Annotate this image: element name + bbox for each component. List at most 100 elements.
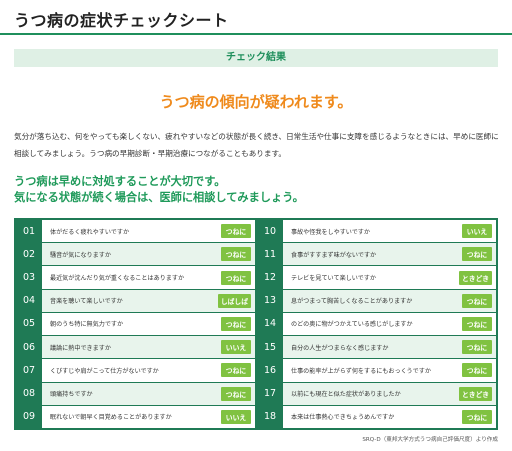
answer-badge: つねに (221, 247, 251, 262)
checklist-row: 17 以前にも現在と似た症状がありましたか ときどき (257, 382, 496, 405)
answer-badge: いいえ (462, 224, 492, 239)
page-title: うつ病の症状チェックシート (14, 11, 229, 30)
question-cell: 以前にも現在と似た症状がありましたか ときどき (283, 382, 496, 405)
question-number: 02 (16, 243, 42, 266)
question-cell: 議論に熱中できますか いいえ (42, 336, 255, 359)
question-text: 自分の人生がつまらなく感じますか (291, 344, 389, 352)
question-number: 10 (257, 220, 283, 243)
checklist-column-right: 10 事故や怪我をしやすいですか いいえ 11 食事がすすまず味がないですか つねに 12 テ… (257, 220, 496, 428)
checklist-row: 14 のどの奥に物がつかえている感じがしますか つねに (257, 312, 496, 336)
question-cell: 本来は仕事熱心できちょうめんですか つねに (283, 405, 496, 428)
question-cell: 音楽を聴いて楽しいですか しばしば (42, 289, 255, 312)
answer-badge: ときどき (459, 386, 492, 401)
answer-badge: つねに (462, 316, 492, 331)
question-text: 体がだるく疲れやすいですか (50, 228, 130, 236)
question-cell: のどの奥に物がつかえている感じがしますか つねに (283, 312, 496, 336)
question-number: 09 (16, 405, 42, 428)
question-number: 13 (257, 289, 283, 312)
question-text: 息がつまって胸苦しくなることがありますか (291, 298, 413, 306)
question-text: 仕事の能率が上がらず何をするにもおっくうですか (291, 367, 431, 375)
answer-badge: しばしば (217, 293, 251, 308)
checklist-row: 09 眠れないで朝早く目覚めることがありますか いいえ (16, 405, 255, 428)
checklist-row: 05 朝のうち特に無気力ですか つねに (16, 312, 255, 336)
answer-badge: つねに (221, 270, 251, 285)
question-number: 12 (257, 266, 283, 289)
checklist-row: 12 テレビを見ていて楽しいですか ときどき (257, 266, 496, 289)
question-cell: 体がだるく疲れやすいですか つねに (42, 220, 255, 243)
question-number: 03 (16, 266, 42, 289)
question-number: 05 (16, 312, 42, 336)
advice-line-1: うつ病は早めに対処することが大切です。 (14, 175, 226, 188)
source-note: SRQ-D（東邦大学方式うつ病自己評価尺度）より作成 (362, 437, 498, 443)
result-description: 気分が落ち込む、何をやっても楽しくない、疲れやすいなどの状態が長く続き、日常生活… (14, 132, 499, 158)
question-number: 01 (16, 220, 42, 243)
question-number: 16 (257, 359, 283, 382)
question-cell: 息がつまって胸苦しくなることがありますか つねに (283, 289, 496, 312)
question-cell: 眠れないで朝早く目覚めることがありますか いいえ (42, 405, 255, 428)
title-divider (0, 33, 512, 35)
question-cell: 食事がすすまず味がないですか つねに (283, 243, 496, 266)
checklist-row: 13 息がつまって胸苦しくなることがありますか つねに (257, 289, 496, 312)
checklist-row: 03 最近気が沈んだり気が重くなることはありますか つねに (16, 266, 255, 289)
question-number: 06 (16, 336, 42, 359)
checklist-row: 18 本来は仕事熱心できちょうめんですか つねに (257, 405, 496, 428)
question-text: テレビを見ていて楽しいですか (291, 275, 376, 283)
checklist-table: 01 体がだるく疲れやすいですか つねに 02 騒音が気になりますか つねに 03 最近気が沈… (14, 218, 498, 430)
checklist-row: 02 騒音が気になりますか つねに (16, 243, 255, 266)
checklist-row: 04 音楽を聴いて楽しいですか しばしば (16, 289, 255, 312)
result-header: チェック結果 (14, 49, 498, 67)
checklist-row: 08 頭痛持ちですか つねに (16, 382, 255, 405)
checklist-row: 15 自分の人生がつまらなく感じますか つねに (257, 336, 496, 359)
question-number: 14 (257, 312, 283, 336)
checklist-row: 01 体がだるく疲れやすいですか つねに (16, 220, 255, 243)
question-cell: 頭痛持ちですか つねに (42, 382, 255, 405)
question-text: くびすじや肩がこって仕方がないですか (50, 367, 159, 375)
question-text: 朝のうち特に無気力ですか (50, 321, 124, 329)
advice-line-2: 気になる状態が続く場合は、医師に相談してみましょう。 (14, 191, 304, 204)
answer-badge: ときどき (459, 270, 492, 285)
question-cell: 自分の人生がつまらなく感じますか つねに (283, 336, 496, 359)
answer-badge: つねに (462, 363, 492, 378)
answer-badge: つねに (462, 247, 492, 262)
answer-badge: つねに (221, 316, 251, 331)
answer-badge: つねに (462, 340, 492, 355)
answer-badge: つねに (221, 386, 251, 401)
question-text: 眠れないで朝早く目覚めることがありますか (50, 414, 172, 422)
question-cell: 騒音が気になりますか つねに (42, 243, 255, 266)
question-text: 頭痛持ちですか (50, 391, 93, 399)
question-number: 07 (16, 359, 42, 382)
question-cell: テレビを見ていて楽しいですか ときどき (283, 266, 496, 289)
answer-badge: いいえ (221, 340, 251, 355)
question-cell: 仕事の能率が上がらず何をするにもおっくうですか つねに (283, 359, 496, 382)
checklist-row: 06 議論に熱中できますか いいえ (16, 336, 255, 359)
question-cell: 朝のうち特に無気力ですか つねに (42, 312, 255, 336)
result-headline: うつ病の傾向が疑われます。 (159, 93, 353, 111)
question-text: 騒音が気になりますか (50, 251, 111, 259)
question-number: 04 (16, 289, 42, 312)
question-number: 15 (257, 336, 283, 359)
question-cell: 最近気が沈んだり気が重くなることはありますか つねに (42, 266, 255, 289)
question-number: 11 (257, 243, 283, 266)
checklist-column-left: 01 体がだるく疲れやすいですか つねに 02 騒音が気になりますか つねに 03 最近気が沈… (16, 220, 255, 428)
question-text: 音楽を聴いて楽しいですか (50, 298, 123, 306)
question-cell: 事故や怪我をしやすいですか いいえ (283, 220, 496, 243)
question-text: 以前にも現在と似た症状がありましたか (291, 391, 401, 399)
checklist-row: 10 事故や怪我をしやすいですか いいえ (257, 220, 496, 243)
answer-badge: いいえ (221, 409, 251, 424)
checklist-row: 07 くびすじや肩がこって仕方がないですか つねに (16, 359, 255, 382)
question-cell: くびすじや肩がこって仕方がないですか つねに (42, 359, 255, 382)
question-number: 08 (16, 382, 42, 405)
question-text: 本来は仕事熱心できちょうめんですか (291, 414, 395, 422)
question-number: 18 (257, 405, 283, 428)
answer-badge: つねに (462, 409, 492, 424)
checklist-row: 16 仕事の能率が上がらず何をするにもおっくうですか つねに (257, 359, 496, 382)
question-text: 事故や怪我をしやすいですか (291, 228, 370, 236)
question-text: 食事がすすまず味がないですか (291, 251, 377, 259)
question-text: のどの奥に物がつかえている感じがしますか (291, 321, 413, 329)
question-number: 17 (257, 382, 283, 405)
answer-badge: つねに (221, 363, 251, 378)
checklist-row: 11 食事がすすまず味がないですか つねに (257, 243, 496, 266)
answer-badge: つねに (221, 224, 251, 239)
advice-text: うつ病は早めに対処することが大切です。 気になる状態が続く場合は、医師に相談して… (14, 174, 504, 206)
question-text: 最近気が沈んだり気が重くなることはありますか (50, 275, 185, 283)
